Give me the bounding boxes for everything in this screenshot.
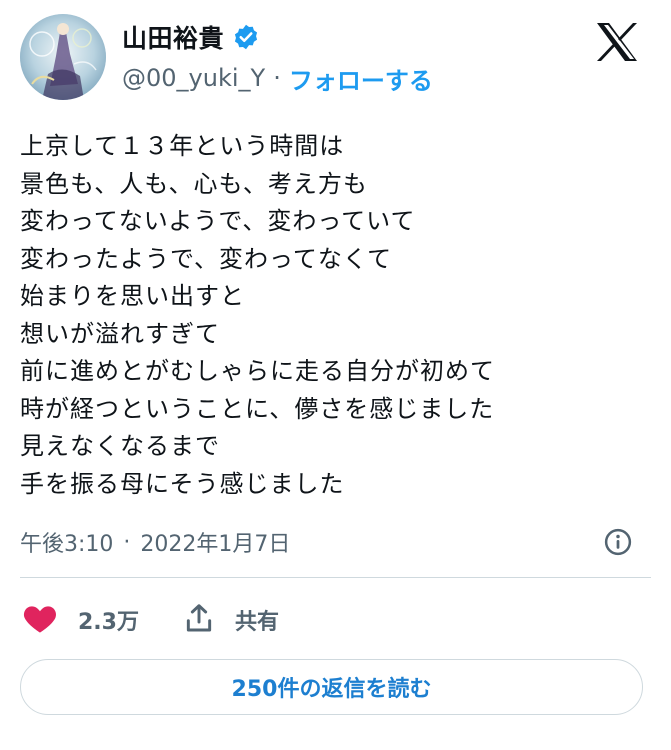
- tweet-line: 見えなくなるまで: [20, 432, 220, 460]
- tweet-time[interactable]: 午後3:10: [20, 526, 113, 558]
- share-button[interactable]: 共有: [183, 602, 279, 638]
- name-row: 山田裕貴: [122, 20, 433, 54]
- like-button[interactable]: 2.3万: [22, 602, 139, 638]
- timestamp-separator: ·: [123, 529, 131, 555]
- tweet-line: 想いが溢れすぎて: [20, 319, 220, 348]
- tweet-line: 変わってないようで、変わっていて: [20, 207, 416, 235]
- tweet-header: 山田裕貴 @00_yuki_Y · フォローする: [20, 14, 651, 100]
- tweet-timestamp: 午後3:10 · 2022年1月7日: [20, 524, 651, 560]
- author-handle[interactable]: @00_yuki_Y: [122, 64, 265, 92]
- tweet-line: 前に進めとがむしゃらに走る自分が初めて: [20, 357, 495, 385]
- tweet-line: 時が経つということに、儚さを感じました: [20, 394, 495, 423]
- like-count: 2.3万: [78, 610, 139, 635]
- info-icon[interactable]: [603, 527, 633, 557]
- user-info: 山田裕貴 @00_yuki_Y · フォローする: [122, 20, 433, 96]
- tweet-line: 手を振る母にそう感じました: [20, 469, 345, 498]
- tweet-embed-card: 山田裕貴 @00_yuki_Y · フォローする 上京して１３年という時間は 景…: [0, 0, 671, 750]
- tweet-line: 景色も、人も、心も、考え方も: [20, 169, 368, 198]
- verified-badge-icon: [232, 23, 260, 51]
- author-name[interactable]: 山田裕貴: [122, 19, 224, 55]
- x-logo-icon[interactable]: [595, 22, 639, 62]
- handle-row: @00_yuki_Y · フォローする: [122, 61, 433, 96]
- divider: [20, 577, 651, 578]
- avatar[interactable]: [20, 14, 106, 100]
- tweet-text: 上京して１３年という時間は 景色も、人も、心も、考え方も 変わってないようで、変…: [20, 128, 640, 503]
- handle-separator: ·: [273, 64, 281, 92]
- follow-button[interactable]: フォローする: [289, 61, 433, 96]
- heart-icon: [22, 602, 58, 638]
- tweet-line: 変わったようで、変わってなくて: [20, 244, 393, 273]
- share-label: 共有: [234, 610, 279, 635]
- tweet-date[interactable]: 2022年1月7日: [140, 526, 290, 558]
- tweet-line: 始まりを思い出すと: [20, 282, 245, 310]
- read-replies-button[interactable]: 250件の返信を読む: [20, 659, 643, 715]
- tweet-actions: 2.3万 共有: [22, 598, 279, 642]
- tweet-line: 上京して１３年という時間は: [20, 132, 345, 160]
- share-icon: [183, 602, 215, 638]
